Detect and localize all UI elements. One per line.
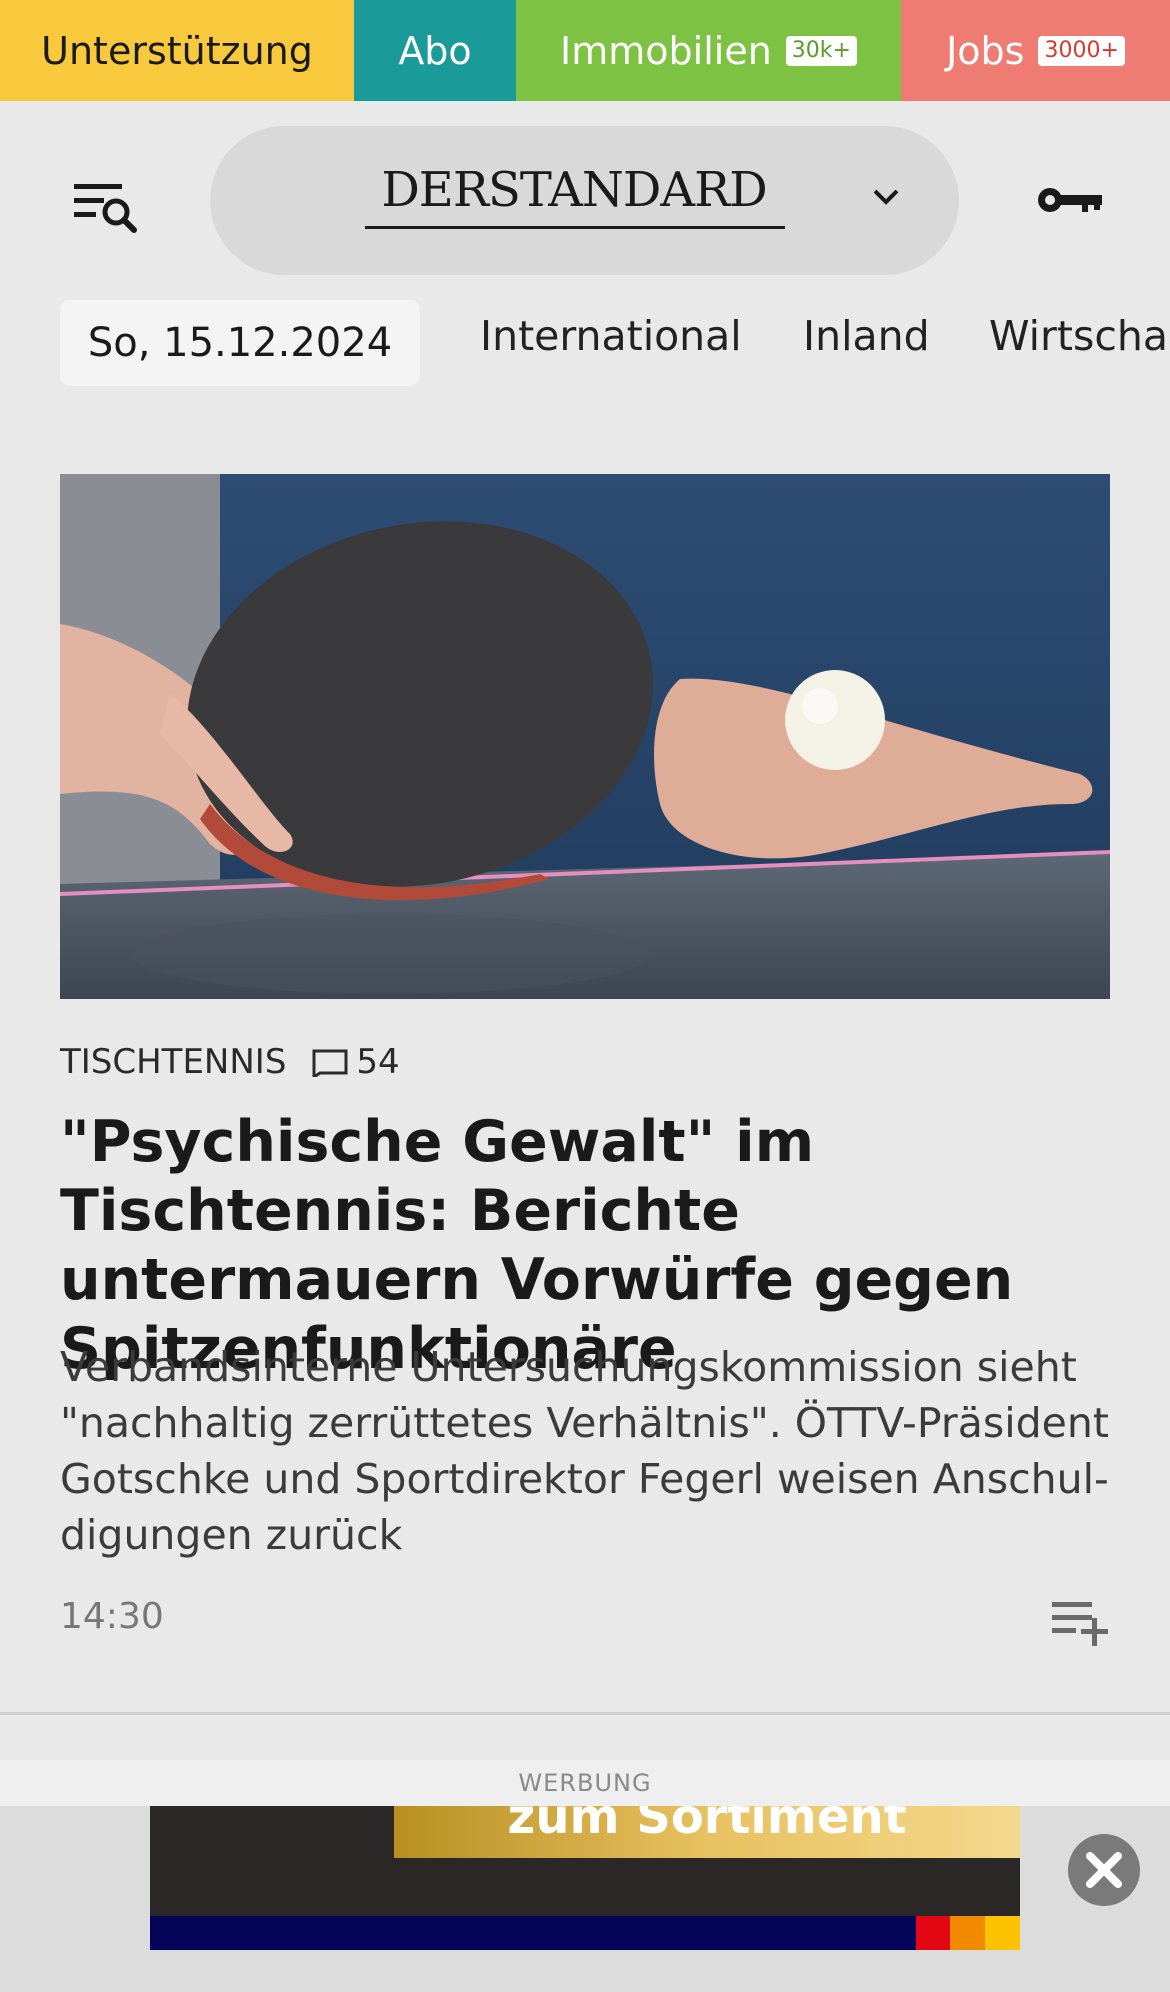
section-divider xyxy=(0,1712,1170,1715)
site-logo: DERSTANDARD xyxy=(381,162,767,218)
article-kicker[interactable]: TISCHTENNIS xyxy=(60,1042,286,1082)
add-to-reading-list-button[interactable] xyxy=(1052,1600,1112,1646)
ad-cta-label: zum Sortiment xyxy=(507,1806,907,1845)
menu-search-icon xyxy=(74,184,137,233)
ad-color-block-yellow xyxy=(985,1916,1020,1950)
ad-color-block-red xyxy=(916,1916,950,1950)
ad-color-block-orange xyxy=(950,1916,985,1950)
immobilien-count-badge: 30k+ xyxy=(785,35,857,66)
tab-immobilien-label: Immobilien xyxy=(560,28,772,73)
date-pill: So, 15.12.2024 xyxy=(60,300,420,386)
logo-underline xyxy=(365,226,785,229)
chevron-down-icon[interactable] xyxy=(870,186,902,208)
close-icon xyxy=(1086,1852,1122,1888)
logo-pill[interactable]: DERSTANDARD xyxy=(210,126,959,275)
tab-immobilien[interactable]: Immobilien 30k+ xyxy=(516,0,901,101)
nav-item-inland[interactable]: Inland xyxy=(803,312,930,360)
ad-bottom-stripe xyxy=(150,1916,1020,1950)
login-button[interactable] xyxy=(1036,180,1106,220)
key-icon xyxy=(1038,188,1102,212)
menu-search-button[interactable] xyxy=(70,176,140,238)
article-lead[interactable]: Verbandsinterne Untersuchungskommission … xyxy=(60,1339,1120,1563)
nav-item-wirtschaft[interactable]: Wirtscha xyxy=(989,312,1168,360)
tab-abo-label: Abo xyxy=(398,28,472,73)
comment-icon xyxy=(312,1049,348,1077)
article-image[interactable] xyxy=(60,474,1110,999)
ad-label: WERBUNG xyxy=(518,1769,652,1797)
tab-jobs[interactable]: Jobs 3000+ xyxy=(901,0,1170,101)
comment-count[interactable]: 54 xyxy=(356,1042,399,1082)
ad-banner[interactable]: zum Sortiment xyxy=(150,1806,1020,1950)
ad-close-button[interactable] xyxy=(1068,1834,1140,1906)
current-date: So, 15.12.2024 xyxy=(87,320,393,366)
ad-cta[interactable]: zum Sortiment xyxy=(394,1806,1020,1858)
jobs-count-badge: 3000+ xyxy=(1038,35,1125,66)
tab-unterstuetzung-label: Unterstützung xyxy=(41,28,313,73)
tab-unterstuetzung[interactable]: Unterstützung xyxy=(0,0,354,101)
ad-area: zum Sortiment xyxy=(0,1806,1170,1992)
tab-jobs-label: Jobs xyxy=(946,28,1025,73)
tab-abo[interactable]: Abo xyxy=(354,0,516,101)
top-service-bar: Unterstützung Abo Immobilien 30k+ Jobs 3… xyxy=(0,0,1170,101)
article-meta: TISCHTENNIS 54 xyxy=(60,1042,400,1082)
ad-label-strip: WERBUNG xyxy=(0,1760,1170,1806)
article-time: 14:30 xyxy=(60,1596,164,1637)
playlist-add-icon xyxy=(1052,1602,1108,1646)
nav-item-international[interactable]: International xyxy=(480,312,742,360)
